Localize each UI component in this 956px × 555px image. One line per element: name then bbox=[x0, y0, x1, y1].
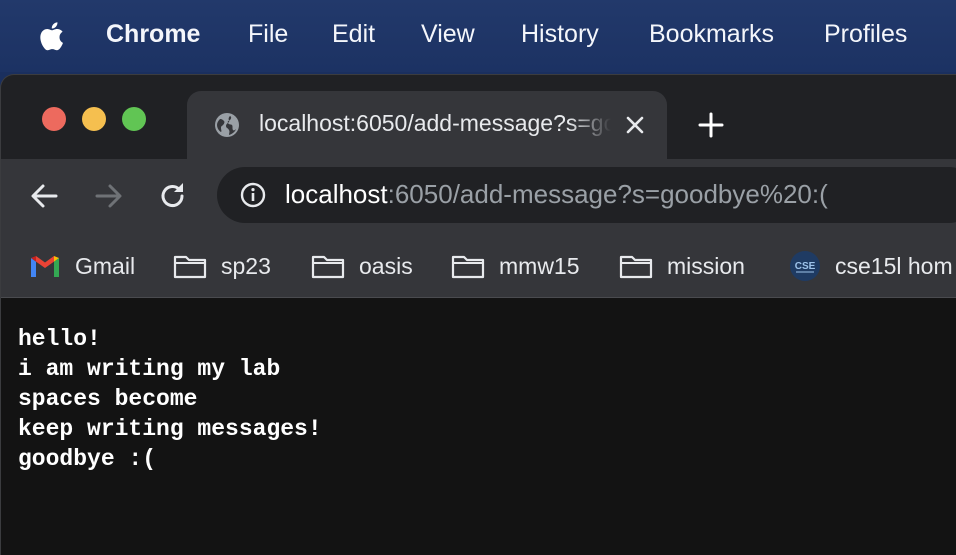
menu-app-name[interactable]: Chrome bbox=[106, 20, 200, 49]
cse-logo-text: CSE bbox=[795, 261, 816, 272]
bookmarks-bar: Gmail sp23 oasis mmw15 mission CSE cse15… bbox=[1, 239, 956, 298]
cse-logo-icon: CSE bbox=[790, 251, 820, 281]
zoom-window-button[interactable] bbox=[122, 107, 146, 131]
folder-icon bbox=[619, 255, 653, 279]
bookmark-folder-sp23[interactable]: sp23 bbox=[173, 247, 271, 285]
menu-history[interactable]: History bbox=[521, 20, 599, 49]
globe-icon bbox=[215, 113, 239, 137]
bookmark-gmail[interactable]: Gmail bbox=[29, 247, 135, 285]
menu-edit[interactable]: Edit bbox=[332, 20, 375, 49]
bookmark-folder-mission[interactable]: mission bbox=[619, 247, 745, 285]
active-tab[interactable]: localhost:6050/add-message?s=goodbye%20:… bbox=[187, 91, 667, 159]
close-tab-icon[interactable] bbox=[623, 113, 647, 137]
url-path: :6050/add-message?s=goodbye%20:( bbox=[387, 179, 828, 209]
bookmark-folder-oasis[interactable]: oasis bbox=[311, 247, 413, 285]
bookmark-cse15l[interactable]: CSE cse15l hom bbox=[789, 247, 953, 285]
url-host: localhost bbox=[285, 179, 388, 209]
message-line: spaces become bbox=[18, 386, 198, 412]
back-arrow-icon[interactable] bbox=[28, 179, 62, 213]
browser-toolbar: localhost:6050/add-message?s=goodbye%20:… bbox=[1, 159, 956, 239]
macos-menu-bar: Chrome File Edit View History Bookmarks … bbox=[0, 0, 956, 72]
bookmark-label: oasis bbox=[359, 252, 413, 279]
forward-arrow-icon[interactable] bbox=[91, 179, 125, 213]
page-content: hello! i am writing my lab spaces become… bbox=[1, 298, 956, 555]
message-line: goodbye :( bbox=[18, 446, 157, 472]
apple-logo-icon[interactable] bbox=[38, 19, 68, 53]
gmail-icon bbox=[31, 256, 59, 277]
bookmark-label: mmw15 bbox=[499, 252, 580, 279]
bookmark-label: Gmail bbox=[75, 252, 136, 279]
bookmark-label: sp23 bbox=[221, 252, 271, 279]
folder-icon bbox=[173, 255, 207, 279]
url-text: localhost:6050/add-message?s=goodbye%20:… bbox=[285, 179, 828, 210]
menu-file[interactable]: File bbox=[248, 20, 288, 49]
message-line: i am writing my lab bbox=[18, 356, 281, 382]
menu-profiles[interactable]: Profiles bbox=[824, 20, 907, 49]
message-line: hello! bbox=[18, 326, 101, 352]
reload-icon[interactable] bbox=[156, 179, 190, 213]
tab-title: localhost:6050/add-message?s=goodbye%20:… bbox=[259, 110, 611, 136]
folder-icon bbox=[451, 255, 485, 279]
bookmark-label: cse15l hom bbox=[835, 252, 953, 279]
folder-icon bbox=[311, 255, 345, 279]
address-bar[interactable]: localhost:6050/add-message?s=goodbye%20:… bbox=[217, 167, 956, 223]
menu-bookmarks[interactable]: Bookmarks bbox=[649, 20, 774, 49]
browser-window: localhost:6050/add-message?s=goodbye%20:… bbox=[0, 74, 956, 555]
close-window-button[interactable] bbox=[42, 107, 66, 131]
menu-view[interactable]: View bbox=[421, 20, 475, 49]
message-line: keep writing messages! bbox=[18, 416, 322, 442]
minimize-window-button[interactable] bbox=[82, 107, 106, 131]
new-tab-plus-icon[interactable] bbox=[697, 111, 725, 139]
site-info-icon[interactable] bbox=[239, 181, 267, 209]
bookmark-folder-mmw15[interactable]: mmw15 bbox=[451, 247, 580, 285]
bookmark-label: mission bbox=[667, 252, 745, 279]
